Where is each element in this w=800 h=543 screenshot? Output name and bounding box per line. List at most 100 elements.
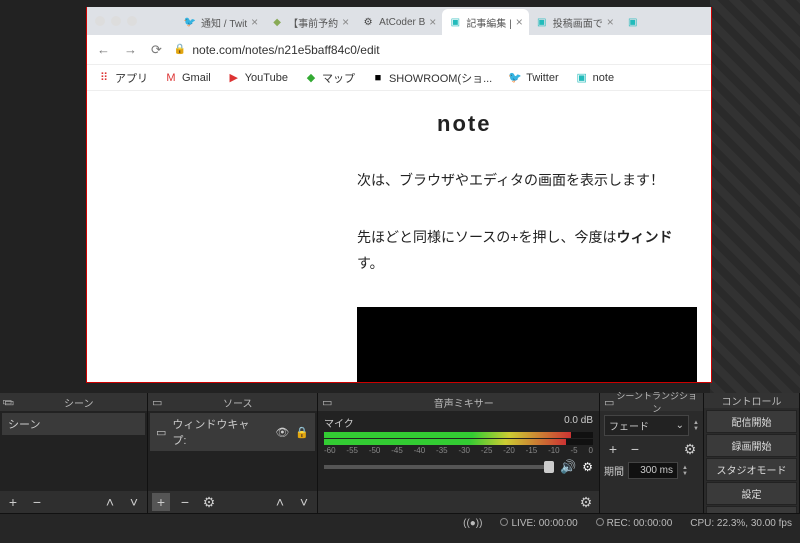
down-icon[interactable]: ˅ — [295, 493, 313, 511]
bookmark-item[interactable]: 🐦 Twitter — [508, 71, 558, 85]
tab-title: AtCoder B — [379, 17, 425, 28]
live-status: LIVE: 00:00:00 — [500, 518, 577, 529]
bookmark-label: アプリ — [115, 70, 148, 86]
remove-icon[interactable]: − — [626, 440, 644, 458]
down-icon[interactable]: ˅ — [125, 493, 143, 511]
page-content: note 次は、ブラウザやエディタの画面を表示します！ 先ほどと同様にソースの+… — [87, 91, 711, 383]
close-icon[interactable]: × — [607, 15, 614, 29]
channel-level: 0.0 dB — [564, 415, 593, 430]
bookmark-item[interactable]: ◆ マップ — [304, 70, 355, 86]
popout-icon[interactable]: ▭ — [322, 396, 332, 409]
control-button[interactable]: スタジオモード — [706, 458, 797, 481]
article-paragraph: 次は、ブラウザやエディタの画面を表示します！ — [357, 167, 711, 194]
dock-icon[interactable]: ▭ — [2, 395, 12, 408]
popout-icon[interactable]: ▭ — [152, 396, 162, 409]
transition-select[interactable]: フェード ⌄ — [604, 415, 689, 436]
close-icon[interactable]: × — [342, 15, 349, 29]
lock-icon: 🔒 — [174, 44, 186, 55]
vu-meter — [324, 432, 593, 438]
bookmarks-bar: ⠿ アプリ MGmail ▶YouTube ◆ マップ ■ SHOWROOM(ショ... 🐦 Tw… — [87, 65, 711, 91]
source-item[interactable]: ▭ ウィンドウキャプ: 👁 🔒 — [150, 413, 315, 451]
tab-title: 【事前予約 — [288, 15, 338, 30]
up-icon[interactable]: ˄ — [271, 493, 289, 511]
bookmark-label: マップ — [322, 70, 355, 86]
duration-label: 期間 — [604, 463, 624, 478]
source-type-icon: ▭ — [156, 426, 166, 439]
close-icon[interactable]: × — [251, 15, 258, 29]
rec-status: REC: 00:00:00 — [596, 518, 673, 529]
gear-icon[interactable]: ⚙ — [577, 493, 595, 511]
speaker-icon[interactable]: 🔊 — [560, 459, 576, 475]
bookmark-favicon: ■ — [371, 71, 385, 85]
control-button[interactable]: 配信開始 — [706, 410, 797, 433]
bookmark-favicon: ▣ — [575, 71, 589, 85]
channel-name: マイク — [324, 415, 354, 430]
bookmark-label: SHOWROOM(ショ... — [389, 70, 492, 86]
cpu-status: CPU: 22.3%, 30.00 fps — [690, 518, 792, 529]
remove-icon[interactable]: − — [176, 493, 194, 511]
browser-tab[interactable]: ▣ — [620, 9, 650, 35]
bookmark-item[interactable]: ▣ note — [575, 71, 614, 85]
add-icon[interactable]: + — [604, 440, 622, 458]
bookmark-item[interactable]: MGmail — [164, 71, 211, 85]
volume-slider[interactable] — [324, 465, 554, 469]
panel-title: 音声ミキサー — [332, 395, 595, 410]
control-button[interactable]: 録画開始 — [706, 434, 797, 457]
browser-window: 🐦通知 / Twit×◆【事前予約×⚙AtCoder B×▣記事編集 |×▣投稿… — [86, 7, 712, 383]
obs-dock: ▭シーン シーン + − ˄ ˅ ▭ソース ▭ ウィンドウキャプ: 👁 — [0, 393, 800, 543]
status-bar: ((●)) LIVE: 00:00:00 REC: 00:00:00 CPU: … — [0, 513, 800, 533]
transition-panel: ▭シーントランジション フェード ⌄ ▲▼ + − ⚙ 期間 — [600, 393, 704, 513]
duration-spin[interactable]: ▲▼ — [682, 465, 688, 477]
visibility-icon[interactable]: 👁 — [275, 426, 289, 439]
lock-icon[interactable]: 🔒 — [295, 426, 309, 439]
bookmark-label: Gmail — [182, 72, 211, 84]
panel-title: コントロール — [708, 393, 795, 408]
browser-tab[interactable]: ▣記事編集 |× — [442, 9, 528, 35]
controls-panel: コントロール 配信開始録画開始スタジオモード設定終了 — [704, 393, 800, 513]
bookmark-favicon: ▶ — [227, 71, 241, 85]
transition-spin[interactable]: ▲▼ — [693, 420, 699, 432]
article-paragraph: 先ほどと同様にソースの+を押し、今度はウィンドす。 — [357, 224, 711, 277]
add-icon[interactable]: + — [4, 493, 22, 511]
browser-tab[interactable]: ◆【事前予約× — [264, 9, 355, 35]
tab-title: 投稿画面で — [553, 15, 603, 30]
gear-icon[interactable]: ⚙ — [681, 440, 699, 458]
remove-icon[interactable]: − — [28, 493, 46, 511]
url-field[interactable]: 🔒 note.com/notes/n21e5baff84c0/edit — [174, 43, 701, 57]
scene-item[interactable]: シーン — [2, 413, 145, 435]
close-icon[interactable]: × — [429, 15, 436, 29]
popout-icon[interactable]: ▭ — [604, 396, 614, 409]
broadcast-icon: ((●)) — [463, 518, 482, 529]
tab-favicon: ▣ — [626, 15, 640, 29]
close-icon[interactable]: × — [516, 15, 523, 29]
bookmark-item[interactable]: ■ SHOWROOM(ショ... — [371, 70, 492, 86]
up-icon[interactable]: ˄ — [101, 493, 119, 511]
add-icon[interactable]: + — [152, 493, 170, 511]
tab-favicon: ▣ — [535, 15, 549, 29]
bookmark-label: Twitter — [526, 72, 558, 84]
meter-scale: -60-55-50-45-40-35-30-25-20-15-10-50 — [324, 446, 593, 455]
bookmark-favicon: ⠿ — [97, 71, 111, 85]
bookmark-label: note — [593, 72, 614, 84]
nav-reload-icon[interactable]: ⟳ — [151, 42, 162, 58]
bookmark-favicon: ◆ — [304, 71, 318, 85]
gear-icon[interactable]: ⚙ — [200, 493, 218, 511]
nav-back-icon[interactable]: ← — [97, 42, 110, 58]
nav-forward-icon[interactable]: → — [124, 42, 137, 58]
window-traffic-lights[interactable] — [95, 16, 137, 26]
tab-title: 通知 / Twit — [201, 15, 247, 30]
control-button[interactable]: 設定 — [706, 482, 797, 505]
browser-tab[interactable]: 🐦通知 / Twit× — [177, 9, 264, 35]
duration-input[interactable]: 300 ms — [628, 462, 678, 479]
sources-panel: ▭ソース ▭ ウィンドウキャプ: 👁 🔒 + − ⚙ ˄ ˅ — [148, 393, 318, 513]
audio-mixer-panel: ▭音声ミキサー マイク 0.0 dB -60-55-50-45-40-35-30… — [318, 393, 600, 513]
browser-tab[interactable]: ⚙AtCoder B× — [355, 9, 442, 35]
gear-icon[interactable]: ⚙ — [582, 460, 593, 474]
browser-tab[interactable]: ▣ 投稿画面で × — [529, 9, 620, 35]
bookmark-favicon: 🐦 — [508, 71, 522, 85]
article-image-placeholder — [357, 307, 697, 383]
scenes-panel: ▭シーン シーン + − ˄ ˅ — [0, 393, 148, 513]
bookmark-item[interactable]: ▶YouTube — [227, 71, 288, 85]
bookmark-item[interactable]: ⠿ アプリ — [97, 70, 148, 86]
note-logo: note — [357, 111, 711, 137]
